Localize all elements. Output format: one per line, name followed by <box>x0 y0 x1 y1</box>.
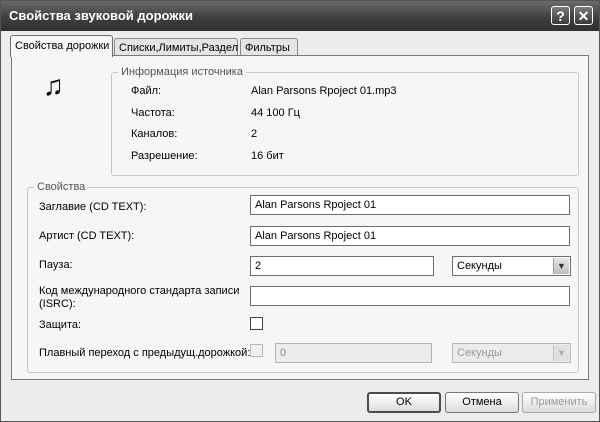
isrc-input[interactable] <box>250 286 570 306</box>
channels-value: 2 <box>251 128 258 140</box>
tab-track-properties[interactable]: Свойства дорожки <box>10 35 113 57</box>
channels-label: Каналов: <box>131 128 178 140</box>
help-button[interactable]: ? <box>551 6 570 25</box>
title-label: Заглавие (CD TEXT): <box>39 201 147 213</box>
pause-label: Пауза: <box>39 259 73 271</box>
music-notes-icon: ♫ <box>43 70 64 101</box>
apply-button[interactable]: Применить <box>522 392 596 413</box>
source-info-legend: Информация источника <box>118 66 246 78</box>
resolution-value: 16 бит <box>251 150 284 162</box>
resolution-label: Разрешение: <box>131 150 198 162</box>
pause-unit-value: Секунды <box>457 260 502 272</box>
ok-button[interactable]: OK <box>367 392 441 413</box>
crossfade-unit-select[interactable]: Секунды ▼ <box>452 343 571 363</box>
protection-checkbox[interactable] <box>250 317 263 330</box>
frequency-label: Частота: <box>131 107 175 119</box>
crossfade-label: Плавный переход с предыдущ.дорожкой: <box>39 347 251 359</box>
close-button[interactable]: ✕ <box>574 6 593 25</box>
properties-legend: Свойства <box>34 181 89 193</box>
artist-input[interactable]: Alan Parsons Rpoject 01 <box>250 226 570 246</box>
title-input[interactable]: Alan Parsons Rpoject 01 <box>250 195 570 215</box>
dialog-window: Свойства звуковой дорожки ? ✕ Свойства д… <box>0 0 600 422</box>
chevron-down-icon[interactable]: ▼ <box>553 258 569 274</box>
tab-filters[interactable]: Фильтры <box>240 38 298 56</box>
protection-label: Защита: <box>39 319 82 331</box>
pause-unit-select[interactable]: Секунды ▼ <box>452 256 571 276</box>
pause-input[interactable]: 2 <box>250 256 434 276</box>
crossfade-input[interactable]: 0 <box>275 343 432 363</box>
crossfade-unit-value: Секунды <box>457 347 502 359</box>
frequency-value: 44 100 Гц <box>251 107 300 119</box>
isrc-label-line2: (ISRC): <box>39 298 76 310</box>
cancel-button[interactable]: Отмена <box>445 392 519 413</box>
title-bar[interactable]: Свойства звуковой дорожки ? ✕ <box>1 1 599 31</box>
isrc-label-line1: Код международного стандарта записи <box>39 285 240 297</box>
file-label: Файл: <box>131 85 162 97</box>
artist-label: Артист (CD TEXT): <box>39 230 135 242</box>
window-title: Свойства звуковой дорожки <box>9 8 194 23</box>
crossfade-checkbox[interactable] <box>250 344 263 357</box>
chevron-down-icon[interactable]: ▼ <box>553 345 569 361</box>
file-value: Alan Parsons Rpoject 01.mp3 <box>251 85 397 97</box>
tab-lists-limits[interactable]: Списки,Лимиты,Раздел <box>114 38 238 56</box>
